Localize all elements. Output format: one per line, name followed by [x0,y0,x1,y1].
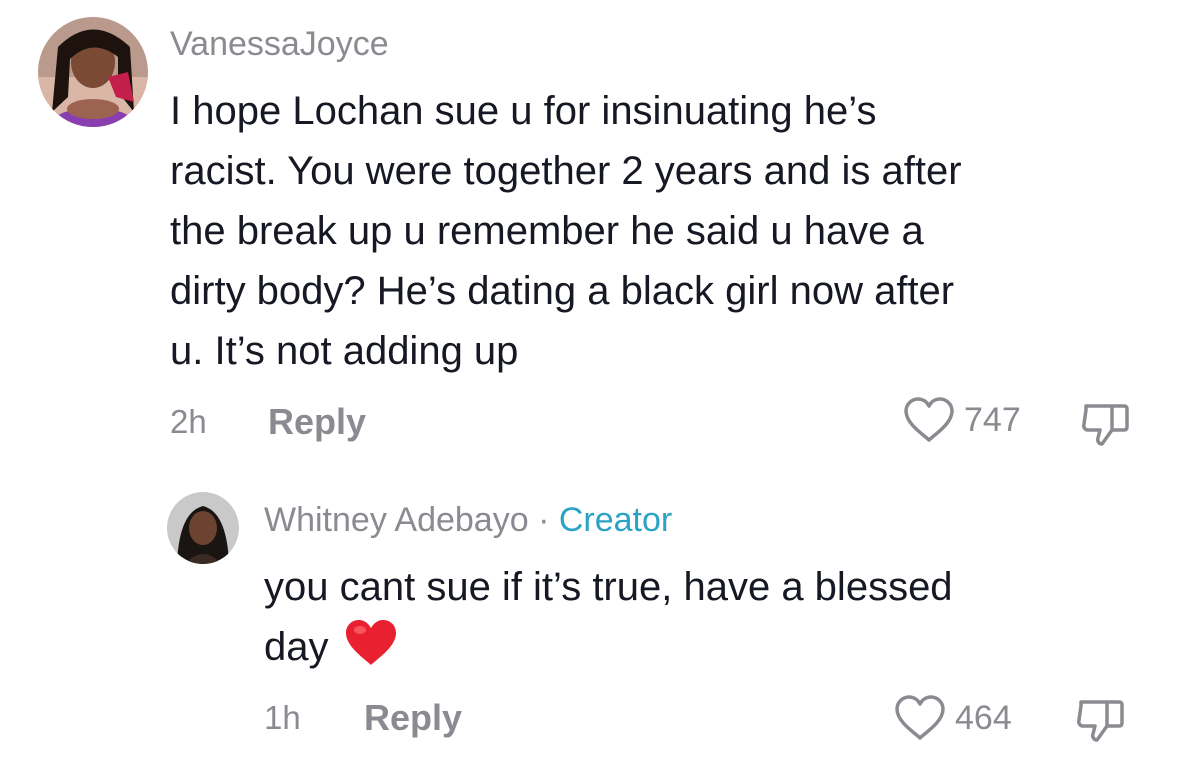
comment-line: I hope Lochan sue u for insinuating he’s [170,89,877,133]
comment-line: u. It’s not adding up [170,329,519,373]
comment-text: I hope Lochan sue u for insinuating he’s… [170,81,1160,381]
reply-line: you cant sue if it’s true, have a blesse… [264,565,953,609]
comment-line: racist. You were together 2 years and is… [170,149,962,193]
reply-button[interactable]: Reply [268,402,366,442]
thumbs-down-icon [1082,404,1129,446]
dislike-button[interactable] [1075,696,1127,749]
reply-line: day [264,625,329,669]
reply-text: you cant sue if it’s true, have a blesse… [264,557,1144,685]
user-avatar-photo-icon [38,17,148,127]
heart-outline-icon [895,695,945,740]
avatar[interactable] [38,17,148,127]
creator-avatar-photo-icon [167,492,239,564]
reply-line-last: day [264,617,1144,685]
like-count: 464 [955,698,1012,737]
creator-name[interactable]: Whitney Adebayo [264,501,529,539]
red-heart-emoji-icon [343,618,399,685]
heart-outline-icon [904,397,954,442]
creator-badge: Creator [558,501,673,539]
comment-timestamp: 2h [170,403,207,440]
comment-line: dirty body? He’s dating a black girl now… [170,269,955,313]
comment-reply: Whitney Adebayo · Creator you cant sue i… [0,460,1179,762]
like-button[interactable]: 747 [902,397,1021,442]
dislike-button[interactable] [1080,400,1132,453]
like-button[interactable]: 464 [893,695,1012,740]
like-count: 747 [964,400,1021,439]
reply-username: Whitney Adebayo · Creator [264,500,672,540]
avatar[interactable] [167,492,239,564]
reply-timestamp: 1h [264,699,301,736]
name-separator: · [538,501,550,539]
comment-line: the break up u remember he said u have a [170,209,924,253]
comment-username[interactable]: VanessaJoyce [170,24,389,64]
reply-button[interactable]: Reply [364,698,462,738]
comment-main: VanessaJoyce I hope Lochan sue u for ins… [0,0,1179,460]
thumbs-down-icon [1077,700,1124,742]
